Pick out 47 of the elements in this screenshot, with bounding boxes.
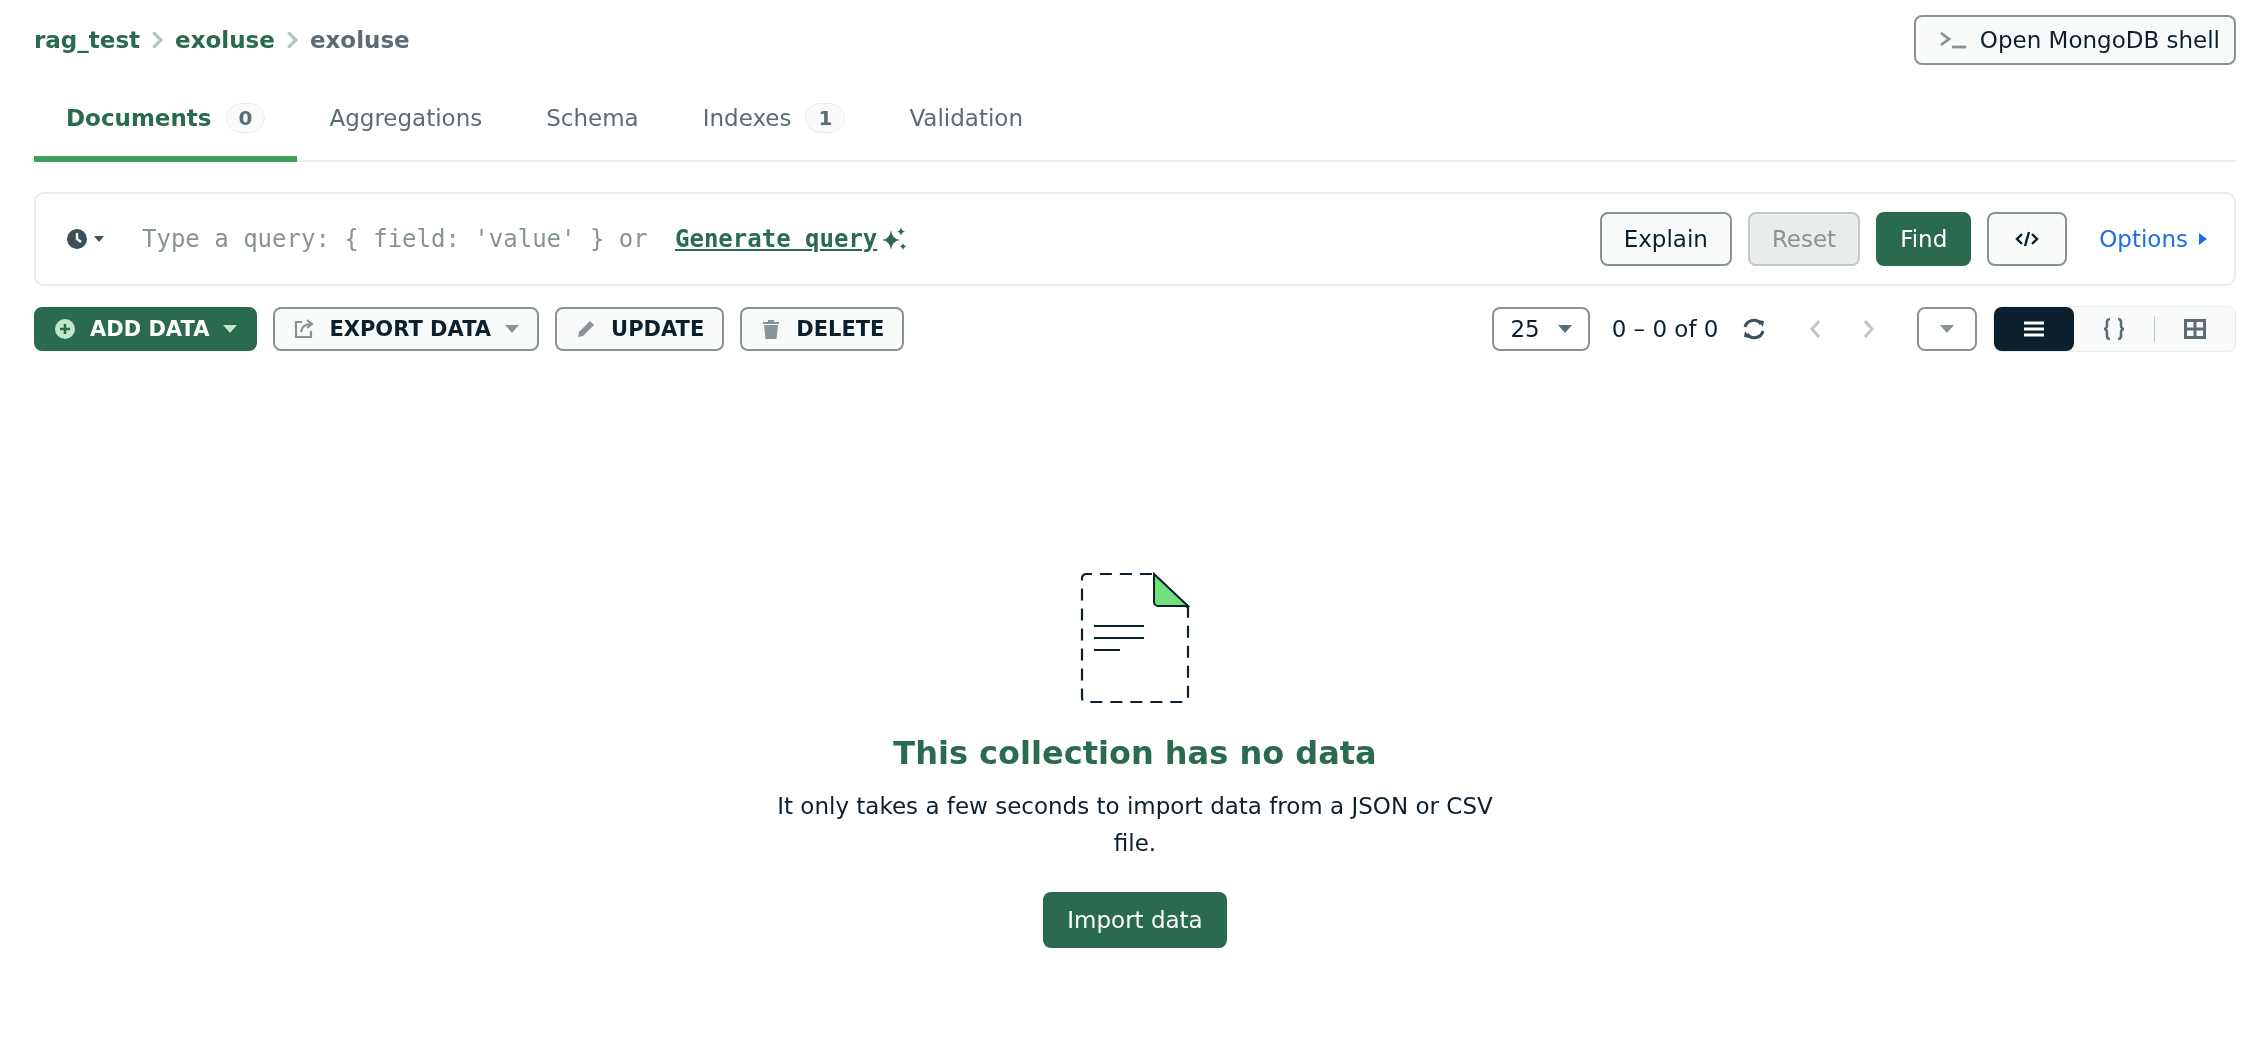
- dropdown-button[interactable]: [1916, 307, 1977, 351]
- breadcrumb-link[interactable]: rag_test: [34, 27, 141, 53]
- tab[interactable]: Documents 0: [34, 80, 298, 162]
- tab[interactable]: Validation: [877, 80, 1055, 162]
- page-size-select[interactable]: 25: [1492, 307, 1590, 351]
- query-input[interactable]: Type a query: { field: 'value' } or: [142, 225, 665, 253]
- query-button[interactable]: Explain: [1599, 212, 1732, 266]
- export-icon: [293, 318, 316, 340]
- caret-icon: [1939, 325, 1954, 333]
- toolbar-button[interactable]: EXPORT DATA: [273, 307, 540, 351]
- caret-right-icon: [2198, 232, 2208, 246]
- list-icon: [2022, 320, 2045, 338]
- range-text: 0 – 0 of 0: [1611, 316, 1719, 342]
- toolbar-button-label: DELETE: [796, 317, 885, 341]
- chevron-right-icon: [286, 31, 298, 49]
- plus-circle-icon: [54, 318, 76, 340]
- chevron-right-icon: [152, 31, 164, 49]
- code-icon: [2015, 231, 2040, 247]
- toolbar-button[interactable]: ADD DATA: [34, 307, 258, 351]
- tab[interactable]: Aggregations: [297, 80, 515, 162]
- toolbar-button[interactable]: DELETE: [740, 307, 905, 351]
- tab[interactable]: Indexes 1: [670, 80, 878, 162]
- toolbar-button-label: ADD DATA: [90, 317, 210, 341]
- count-badge: 1: [805, 103, 846, 133]
- toolbar-button-label: EXPORT DATA: [329, 317, 492, 341]
- caret-icon: [223, 325, 238, 333]
- toolbar-button-label: UPDATE: [611, 317, 705, 341]
- count-badge: 0: [225, 103, 266, 133]
- history-button[interactable]: [66, 228, 106, 250]
- curly-braces-icon: [2102, 317, 2125, 341]
- open-shell-button[interactable]: Open MongoDB shell: [1913, 15, 2236, 65]
- view-toggle[interactable]: [1993, 307, 2074, 351]
- find-button[interactable]: Find: [1876, 212, 1972, 266]
- import-data-button[interactable]: Import data: [1043, 891, 1227, 948]
- sparkle-icon: [881, 226, 908, 252]
- code-button[interactable]: [1987, 212, 2068, 266]
- caret-icon: [1557, 325, 1572, 333]
- breadcrumb-current: exoluse: [309, 27, 410, 53]
- toolbar-button[interactable]: UPDATE: [555, 307, 725, 351]
- caret-icon: [505, 325, 520, 333]
- empty-state-message: It only takes a few seconds to import data from a JSON or CSV file.: [776, 792, 1494, 858]
- table-icon: [2184, 319, 2206, 339]
- generate-query-link[interactable]: Generate query: [675, 225, 878, 253]
- tab[interactable]: Schema: [514, 80, 671, 162]
- empty-state-title: This collection has no data: [893, 734, 1377, 772]
- options-link[interactable]: Options: [2099, 226, 2208, 252]
- breadcrumb-link[interactable]: exoluse: [175, 27, 275, 53]
